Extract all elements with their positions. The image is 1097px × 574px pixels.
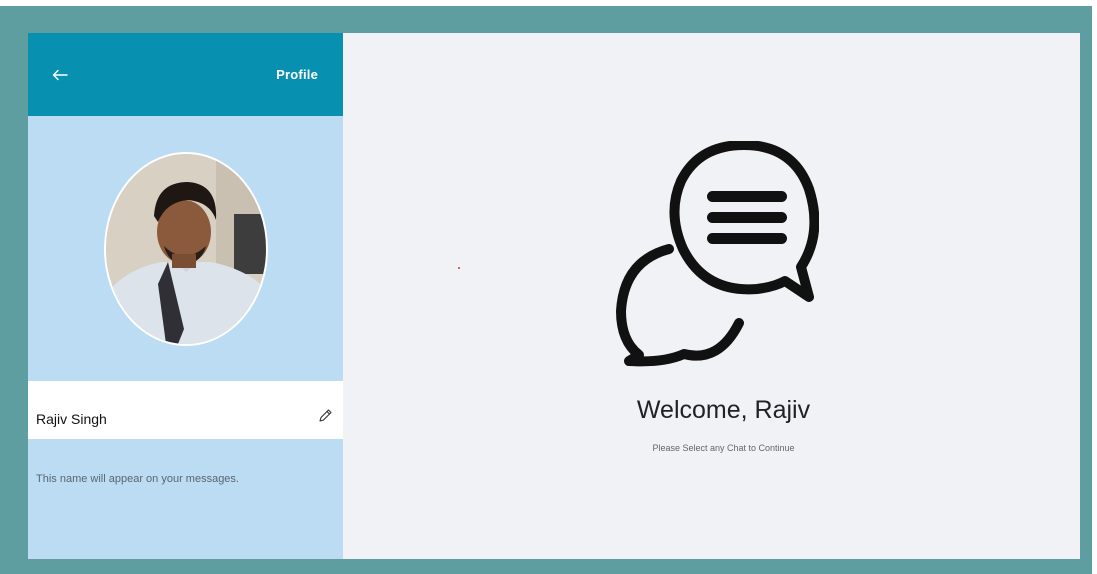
welcome-subtitle: Please Select any Chat to Continue bbox=[652, 443, 795, 453]
profile-header: Profile bbox=[28, 33, 343, 116]
back-arrow-icon[interactable] bbox=[52, 65, 72, 85]
name-hint: This name will appear on your messages. bbox=[36, 473, 239, 485]
pencil-icon[interactable] bbox=[317, 394, 335, 426]
stray-dot bbox=[458, 267, 460, 269]
avatar-section bbox=[28, 116, 343, 381]
name-row: Rajiv Singh bbox=[28, 381, 343, 439]
profile-panel: Profile Rajiv Singh This name will appea… bbox=[28, 33, 343, 559]
welcome-panel: Welcome, Rajiv Please Select any Chat to… bbox=[343, 33, 1080, 559]
header-title: Profile bbox=[276, 67, 318, 82]
welcome-heading: Welcome, Rajiv bbox=[636, 396, 811, 424]
chat-bubbles-icon bbox=[616, 141, 819, 367]
app-window: Profile Rajiv Singh This name will appea… bbox=[28, 33, 1080, 559]
profile-avatar[interactable] bbox=[103, 151, 268, 346]
profile-name: Rajiv Singh bbox=[36, 411, 107, 427]
